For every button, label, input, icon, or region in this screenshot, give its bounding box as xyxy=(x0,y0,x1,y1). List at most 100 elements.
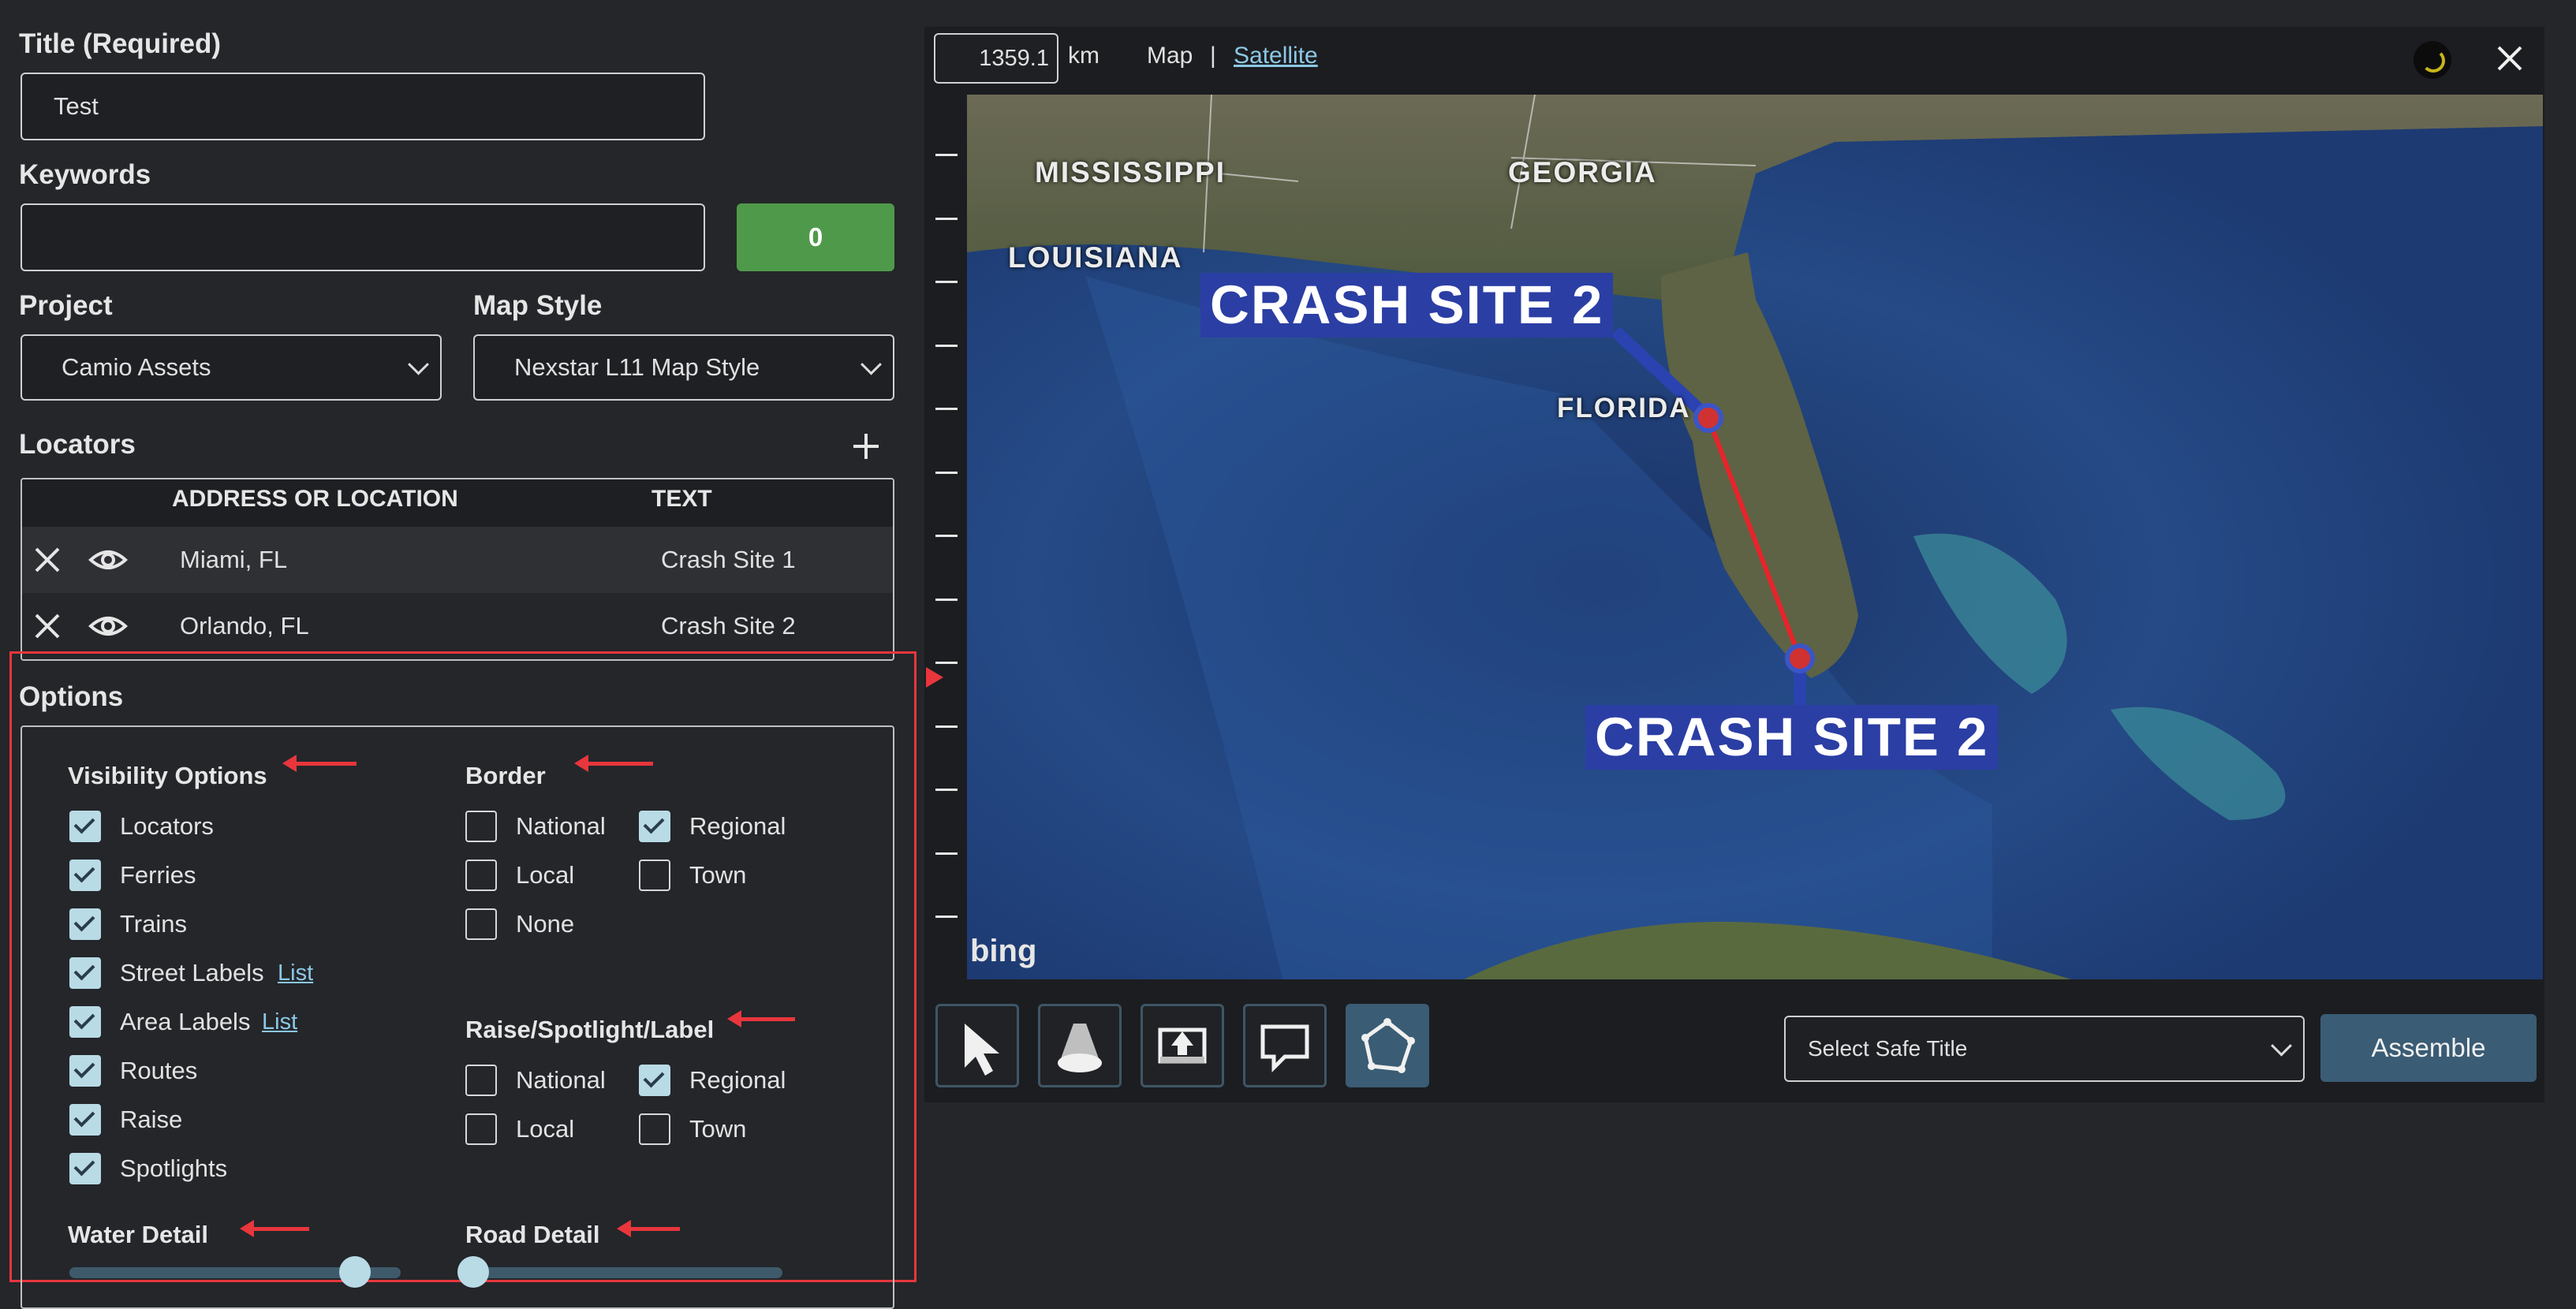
satellite-map-image xyxy=(967,95,2543,979)
raise-tool-button[interactable] xyxy=(1141,1004,1224,1087)
zoom-tick[interactable] xyxy=(935,408,958,410)
checkbox-label: None xyxy=(516,910,575,938)
checkbox-raise[interactable] xyxy=(69,1104,101,1136)
distance-input[interactable]: 1359.1 xyxy=(934,33,1058,84)
spotlight-tool-button[interactable] xyxy=(1038,1004,1122,1087)
zoom-tick[interactable] xyxy=(935,345,958,347)
loading-spinner-icon xyxy=(2414,41,2451,79)
chevron-down-icon xyxy=(861,353,882,375)
water-detail-slider[interactable] xyxy=(69,1256,401,1288)
zoom-tick[interactable] xyxy=(935,218,958,220)
zoom-tick[interactable] xyxy=(935,472,958,474)
zoom-tick[interactable] xyxy=(935,789,958,791)
checkbox-label: Town xyxy=(689,1115,747,1143)
row-text: Crash Site 1 xyxy=(661,546,796,573)
col-text: TEXT xyxy=(651,486,712,512)
distance-value: 1359.1 xyxy=(979,45,1049,71)
options-label: Options xyxy=(19,681,124,712)
eye-icon[interactable] xyxy=(88,544,128,576)
zoom-tick[interactable] xyxy=(935,916,958,918)
mapstyle-select[interactable]: Nexstar L11 Map Style xyxy=(473,334,894,401)
checkbox-raise-regional[interactable] xyxy=(639,1065,670,1096)
checkbox-raise-local[interactable] xyxy=(465,1113,497,1145)
checkbox-border-local[interactable] xyxy=(465,860,497,891)
row-address: Orlando, FL xyxy=(180,612,309,640)
select-tool-button[interactable] xyxy=(935,1004,1019,1087)
checkbox-label: Local xyxy=(516,861,575,889)
safe-title-value: Select Safe Title xyxy=(1808,1036,1968,1061)
checkbox-street-labels[interactable] xyxy=(69,957,101,989)
checkbox-label: Routes xyxy=(120,1057,198,1084)
checkbox-spotlights[interactable] xyxy=(69,1153,101,1184)
checkbox-label: Local xyxy=(516,1115,575,1143)
map-callout-crash-site[interactable]: CRASH SITE 2 xyxy=(1585,705,1999,770)
close-icon[interactable] xyxy=(2496,44,2524,73)
locators-label: Locators xyxy=(19,429,136,460)
road-detail-slider-handle[interactable] xyxy=(457,1256,489,1288)
street-labels-list-link[interactable]: List xyxy=(278,960,313,986)
chevron-down-icon xyxy=(408,353,429,375)
polygon-icon xyxy=(1361,1018,1415,1073)
zoom-tick[interactable] xyxy=(935,725,958,728)
road-detail-slider[interactable] xyxy=(457,1256,782,1288)
close-icon[interactable] xyxy=(33,546,62,574)
add-locator-button[interactable] xyxy=(849,429,883,464)
close-icon[interactable] xyxy=(33,612,62,640)
checkbox-label: National xyxy=(516,1066,606,1094)
checkbox-area-labels[interactable] xyxy=(69,1006,101,1038)
checkbox-label: Regional xyxy=(689,1066,786,1094)
eye-icon[interactable] xyxy=(88,610,128,642)
keywords-input[interactable] xyxy=(21,203,705,271)
callout-tool-button[interactable] xyxy=(1243,1004,1327,1087)
row-address: Miami, FL xyxy=(180,546,288,573)
map-callout-crash-site[interactable]: CRASH SITE 2 xyxy=(1200,273,1614,338)
zoom-tick[interactable] xyxy=(935,662,958,664)
checkbox-label: Town xyxy=(689,861,747,889)
annotation-arrow xyxy=(282,755,357,772)
checkbox-ferries[interactable] xyxy=(69,860,101,891)
checkbox-border-town[interactable] xyxy=(639,860,670,891)
title-input[interactable]: Test xyxy=(21,73,705,140)
assemble-button[interactable]: Assemble xyxy=(2320,1014,2537,1082)
checkbox-label: National xyxy=(516,812,606,840)
zoom-level-marker[interactable] xyxy=(926,667,943,688)
checkbox-label: Spotlights xyxy=(120,1154,228,1182)
water-detail-label: Water Detail xyxy=(68,1221,209,1248)
keywords-count-button[interactable]: 0 xyxy=(737,203,894,271)
zoom-tick[interactable] xyxy=(935,852,958,855)
checkbox-raise-national[interactable] xyxy=(465,1065,497,1096)
checkbox-border-none[interactable] xyxy=(465,908,497,940)
project-select[interactable]: Camio Assets xyxy=(21,334,442,401)
table-row[interactable]: Miami, FL Crash Site 1 xyxy=(22,527,893,593)
title-label: Title (Required) xyxy=(19,28,222,59)
table-header: ADDRESS OR LOCATION TEXT xyxy=(22,479,893,527)
checkbox-trains[interactable] xyxy=(69,908,101,940)
annotation-arrow xyxy=(240,1220,309,1237)
annotation-arrow xyxy=(574,755,653,772)
water-detail-slider-handle[interactable] xyxy=(339,1256,371,1288)
zoom-tick[interactable] xyxy=(935,154,958,156)
map-viewport[interactable]: MISSISSIPPI GEORGIA LOUISIANA FLORIDA CR… xyxy=(967,95,2543,979)
zoom-tick[interactable] xyxy=(935,281,958,283)
annotation-arrow xyxy=(727,1010,795,1027)
map-mode-satellite[interactable]: Satellite xyxy=(1234,43,1318,69)
checkbox-locators[interactable] xyxy=(69,811,101,842)
polygon-tool-button[interactable] xyxy=(1346,1004,1429,1087)
safe-title-select[interactable]: Select Safe Title xyxy=(1784,1016,2305,1082)
area-labels-list-link[interactable]: List xyxy=(262,1009,297,1035)
plus-icon xyxy=(853,434,879,459)
table-row[interactable]: Orlando, FL Crash Site 2 xyxy=(22,593,893,659)
checkbox-border-national[interactable] xyxy=(465,811,497,842)
checkbox-border-regional[interactable] xyxy=(639,811,670,842)
zoom-tick[interactable] xyxy=(935,599,958,601)
map-mode-map[interactable]: Map xyxy=(1147,43,1193,69)
checkbox-label: Locators xyxy=(120,812,214,840)
visibility-options-title: Visibility Options xyxy=(68,762,267,789)
annotation-arrow xyxy=(617,1220,680,1237)
row-text: Crash Site 2 xyxy=(661,612,796,640)
checkbox-raise-town[interactable] xyxy=(639,1113,670,1145)
checkbox-routes[interactable] xyxy=(69,1055,101,1087)
zoom-tick[interactable] xyxy=(935,535,958,537)
checkbox-label: Area Labels xyxy=(120,1008,251,1035)
cursor-arrow-icon xyxy=(965,1024,999,1076)
